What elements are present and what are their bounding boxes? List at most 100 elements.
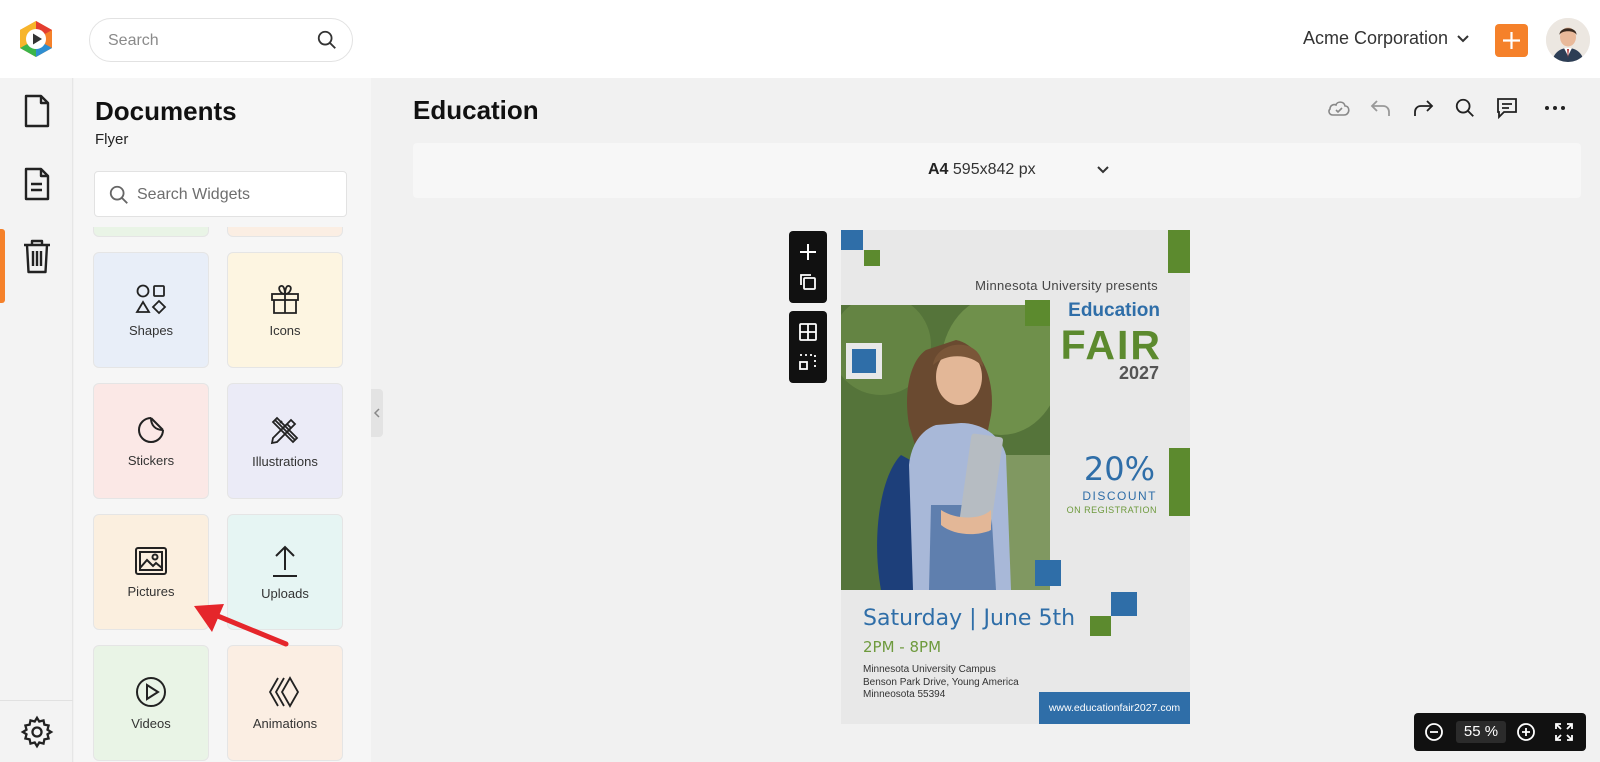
widget-tile-stickers[interactable]: Stickers (93, 383, 209, 499)
address-line: Minneosota 55394 (863, 689, 946, 700)
widget-tile-shapes[interactable]: Shapes (93, 252, 209, 368)
widget-search-input[interactable]: Search Widgets (94, 171, 347, 217)
widget-tile-label: Illustrations (252, 453, 318, 469)
animation-icon (268, 675, 300, 708)
flyer-time[interactable]: 2PM - 8PM (863, 638, 941, 656)
flyer-date[interactable]: Saturday | June 5th (863, 606, 1075, 631)
flyer-year[interactable]: 2027 (1119, 363, 1159, 384)
flyer-page[interactable]: Minnesota University presents Education … (841, 230, 1190, 724)
gift-icon (271, 284, 299, 314)
address-line: Minnesota University Campus (863, 664, 996, 675)
flyer-url-banner[interactable]: www.educationfair2027.com (1039, 692, 1190, 724)
sticker-icon (138, 416, 164, 443)
partial-tile (93, 227, 209, 237)
play-icon (136, 676, 166, 707)
plus-icon (1503, 32, 1520, 49)
widget-tile-videos[interactable]: Videos (93, 645, 209, 761)
redo-button[interactable] (1411, 96, 1435, 120)
page-actions-toolbar (789, 231, 827, 303)
trash-icon (23, 239, 50, 274)
decor-square (841, 230, 863, 250)
document-icon (24, 94, 49, 128)
decor-square (864, 250, 880, 266)
page-size-dimensions: 595x842 px (952, 161, 1036, 178)
chevron-down-icon[interactable] (1456, 32, 1470, 46)
flyer-document-icon (24, 167, 49, 201)
more-options-button[interactable] (1543, 96, 1567, 120)
left-rail (0, 78, 73, 762)
widget-search-placeholder: Search Widgets (137, 186, 250, 203)
image-icon (135, 546, 167, 575)
search-icon[interactable] (316, 29, 338, 51)
settings-button[interactable] (0, 700, 73, 762)
layout-toolbar (789, 311, 827, 383)
zoom-unit: % (1484, 723, 1499, 740)
decor-square (852, 349, 876, 373)
widgets-panel: Documents Flyer Search Widgets Shapes Ic… (74, 78, 371, 762)
upload-icon (273, 545, 297, 577)
page-size-selector[interactable]: A4 595x842 px (413, 143, 1581, 198)
flyer-headline-education[interactable]: Education (1068, 300, 1160, 322)
panel-title: Documents (95, 96, 237, 126)
top-bar: Search Acme Corporation (0, 0, 1600, 78)
rail-item-documents[interactable] (0, 80, 73, 142)
zoom-in-icon[interactable] (1516, 722, 1536, 742)
flyer-discount-percent[interactable]: 20% (1084, 450, 1155, 488)
zoom-value[interactable]: 55 % (1456, 721, 1506, 743)
search-icon (109, 185, 128, 204)
organization-name[interactable]: Acme Corporation (1303, 28, 1448, 49)
flyer-discount-note[interactable]: ON REGISTRATION (1067, 505, 1157, 515)
decor-bar (1168, 230, 1190, 273)
duplicate-page-icon[interactable] (798, 272, 818, 292)
rail-item-trash[interactable] (0, 225, 73, 287)
search-icon (1455, 98, 1474, 117)
comment-icon (1497, 98, 1517, 119)
widget-tile-label: Stickers (127, 452, 175, 468)
widget-tile-label: Shapes (128, 322, 174, 338)
settings-icon (20, 715, 53, 748)
shapes-icon (135, 284, 167, 314)
canvas-search-button[interactable] (1453, 96, 1477, 120)
cloud-save-button[interactable] (1327, 96, 1351, 120)
redo-icon (1414, 100, 1434, 116)
pen-ruler-icon (270, 416, 299, 444)
zoom-out-icon[interactable] (1424, 722, 1444, 742)
undo-icon (1370, 100, 1390, 116)
widget-tile-label: Animations (252, 715, 318, 731)
editor-toolbar (1327, 96, 1567, 120)
widget-tile-animations[interactable]: Animations (227, 645, 343, 761)
widget-tile-icons[interactable]: Icons (227, 252, 343, 368)
zoom-controls: 55 % (1414, 713, 1586, 751)
fullscreen-icon[interactable] (1554, 722, 1574, 742)
rail-item-flyer[interactable] (0, 153, 73, 215)
user-avatar[interactable] (1546, 18, 1590, 62)
app-logo[interactable] (16, 19, 56, 59)
flyer-address[interactable]: Minnesota University Campus Benson Park … (863, 664, 1019, 702)
widget-tile-label: Videos (131, 715, 171, 731)
undo-button[interactable] (1369, 96, 1393, 120)
zoom-number: 55 (1463, 723, 1481, 740)
address-line: Benson Park Drive, Young America (863, 676, 1019, 688)
more-horizontal-icon (1545, 106, 1565, 110)
add-page-icon[interactable] (798, 242, 818, 262)
comments-button[interactable] (1495, 96, 1519, 120)
widget-tile-illustrations[interactable]: Illustrations (227, 383, 343, 499)
decor-square (1025, 300, 1050, 326)
page-size-name: A4 (928, 161, 949, 178)
flyer-presents-text[interactable]: Minnesota University presents (975, 278, 1158, 293)
widget-tile-label: Icons (269, 322, 301, 338)
document-title[interactable]: Education (413, 95, 539, 126)
decor-square (1035, 560, 1061, 586)
grid-icon[interactable] (798, 322, 818, 342)
annotation-arrow (194, 604, 289, 647)
global-search-input[interactable]: Search (89, 18, 353, 62)
flyer-headline-fair[interactable]: FAIR (1061, 322, 1162, 369)
panel-subtitle: Flyer (95, 131, 129, 148)
decor-square (1111, 592, 1137, 616)
flyer-discount-word[interactable]: DISCOUNT (1082, 489, 1157, 503)
select-area-icon[interactable] (798, 352, 818, 372)
decor-bar (1169, 448, 1190, 516)
create-new-button[interactable] (1495, 24, 1528, 57)
page-size-label: A4 595x842 px (928, 161, 1036, 179)
cloud-check-icon (1328, 101, 1350, 116)
